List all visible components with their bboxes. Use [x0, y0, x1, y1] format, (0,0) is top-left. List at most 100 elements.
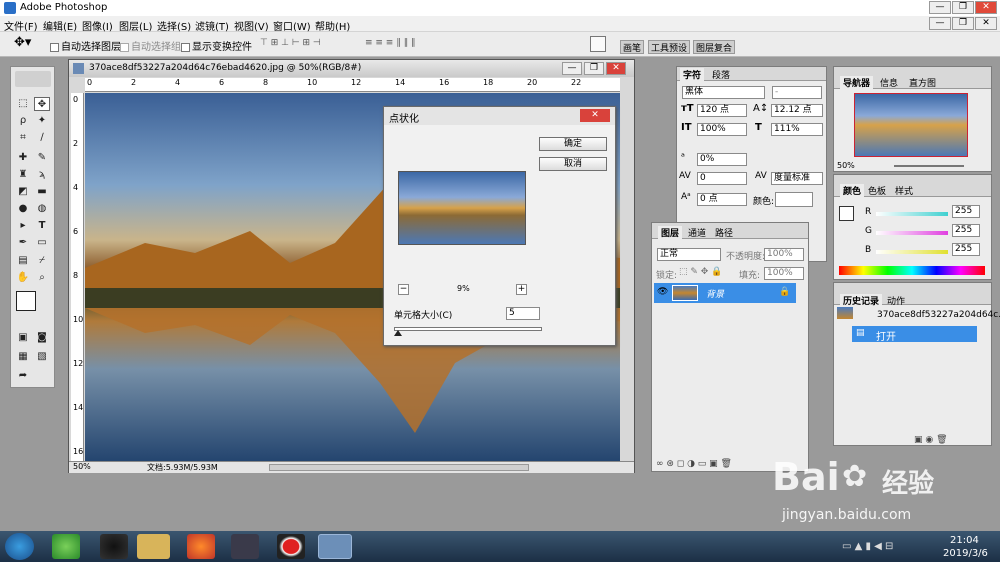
- clock-date[interactable]: 2019/3/6: [943, 548, 988, 559]
- tab-navigator[interactable]: 导航器: [840, 76, 874, 89]
- 360-browser-icon[interactable]: [52, 534, 80, 559]
- close-button[interactable]: ✕: [975, 1, 997, 14]
- pen-tool-icon[interactable]: ✒: [15, 236, 31, 250]
- auto-select-group-option[interactable]: 自动选择组: [120, 38, 181, 53]
- minimize-button[interactable]: —: [929, 1, 951, 14]
- menu-file[interactable]: 文件(F): [4, 18, 38, 33]
- tab-paragraph[interactable]: 段落: [709, 68, 733, 81]
- green-slider[interactable]: [876, 231, 948, 235]
- font-style-select[interactable]: -: [772, 86, 822, 99]
- blue-value-input[interactable]: 255: [952, 243, 980, 256]
- crop-tool-icon[interactable]: ⌗: [15, 131, 31, 145]
- red-value-input[interactable]: 255: [952, 205, 980, 218]
- history-step-row[interactable]: ▤ 打开: [852, 326, 977, 343]
- tab-paths[interactable]: 路径: [712, 226, 736, 239]
- green-value-input[interactable]: 255: [952, 224, 980, 237]
- navigator-thumbnail[interactable]: [854, 93, 968, 157]
- menu-view[interactable]: 视图(V): [234, 18, 269, 33]
- document-title-bar[interactable]: 370ace8df53227a204d64c76ebad4620.jpg @ 5…: [69, 60, 634, 77]
- font-family-select[interactable]: 黑体: [682, 86, 765, 99]
- zoom-level[interactable]: 50%: [73, 462, 91, 471]
- auto-select-group-checkbox[interactable]: [120, 42, 129, 52]
- foreground-swatch[interactable]: [839, 206, 854, 221]
- doc-window-close-button[interactable]: ✕: [606, 62, 626, 75]
- doc-window-minimize-button[interactable]: —: [562, 62, 582, 75]
- tab-channels[interactable]: 通道: [685, 226, 709, 239]
- hand-tool-icon[interactable]: ✋: [15, 271, 31, 285]
- palette-well-icon[interactable]: [590, 36, 606, 52]
- file-explorer-icon[interactable]: [137, 534, 170, 559]
- clock-time[interactable]: 21:04: [950, 535, 979, 546]
- auto-select-layer-checkbox[interactable]: [50, 42, 59, 52]
- tab-brushes[interactable]: 画笔: [620, 40, 645, 54]
- screen-mode-icon[interactable]: ▦: [15, 350, 31, 364]
- file-size-info[interactable]: 文档:5.93M/5.93M: [147, 462, 218, 473]
- cancel-button[interactable]: 取消: [539, 157, 607, 171]
- gradient-tool-icon[interactable]: ▬: [34, 185, 50, 199]
- layer-row[interactable]: 👁 背景 🔒: [654, 283, 796, 303]
- zoom-in-button[interactable]: +: [516, 284, 527, 295]
- blue-slider[interactable]: [876, 250, 948, 254]
- eyedropper-tool-icon[interactable]: ⌿: [34, 254, 50, 268]
- lasso-tool-icon[interactable]: ρ: [15, 114, 31, 128]
- marquee-tool-icon[interactable]: ⬚: [15, 97, 31, 111]
- type-tool-icon[interactable]: T: [34, 219, 50, 233]
- system-tray-icons[interactable]: ▭ ▲ ▮ ◀ ⊟: [842, 541, 893, 552]
- show-transform-option[interactable]: 显示变换控件: [181, 38, 252, 53]
- eye-icon[interactable]: 👁: [657, 287, 668, 297]
- firefox-icon[interactable]: [187, 534, 215, 559]
- cell-size-slider[interactable]: [394, 327, 542, 331]
- quick-mask-off-icon[interactable]: ▣: [15, 331, 31, 345]
- horizontal-scrollbar[interactable]: [269, 464, 529, 471]
- show-transform-checkbox[interactable]: [181, 42, 190, 52]
- screen-recorder-icon[interactable]: [277, 534, 305, 559]
- brush-tool-icon[interactable]: ✎: [34, 151, 50, 165]
- photoshop-taskbar-icon[interactable]: [318, 534, 352, 559]
- tab-swatches[interactable]: 色板: [865, 184, 889, 197]
- tab-layers[interactable]: 图层: [658, 226, 683, 239]
- tab-character[interactable]: 字符: [680, 68, 705, 81]
- baseline-shift-input[interactable]: 0 点: [697, 193, 747, 206]
- start-button-icon[interactable]: [5, 533, 34, 560]
- qq-icon[interactable]: [100, 534, 128, 559]
- align-icons[interactable]: ⊤ ⊞ ⊥ ⊢ ⊞ ⊣: [260, 38, 321, 48]
- tab-info[interactable]: 信息: [877, 76, 901, 89]
- cell-size-input[interactable]: 5: [506, 307, 540, 320]
- dialog-close-button[interactable]: ✕: [580, 109, 610, 122]
- vertical-scale-input[interactable]: 100%: [697, 123, 747, 136]
- healing-brush-tool-icon[interactable]: ✚: [15, 151, 31, 165]
- tab-history[interactable]: 历史记录: [840, 294, 883, 307]
- font-size-input[interactable]: 120 点: [697, 104, 747, 117]
- path-selection-tool-icon[interactable]: ▸: [15, 219, 31, 233]
- ok-button[interactable]: 确定: [539, 137, 607, 151]
- doc-restore-button[interactable]: ❐: [952, 17, 974, 30]
- filter-preview[interactable]: [398, 171, 526, 245]
- menu-filter[interactable]: 滤镜(T): [195, 18, 229, 33]
- tab-styles[interactable]: 样式: [892, 184, 916, 197]
- zoom-out-button[interactable]: −: [398, 284, 409, 295]
- shape-tool-icon[interactable]: ▭: [34, 236, 50, 250]
- zoom-tool-icon[interactable]: ⌕: [34, 271, 50, 285]
- slider-thumb-icon[interactable]: [394, 330, 402, 336]
- slice-tool-icon[interactable]: ∕: [34, 131, 50, 145]
- eraser-tool-icon[interactable]: ◩: [15, 185, 31, 199]
- clone-stamp-tool-icon[interactable]: ♜: [15, 168, 31, 182]
- layer-name[interactable]: 背景: [706, 287, 724, 300]
- red-slider[interactable]: [876, 212, 948, 216]
- tab-tool-presets[interactable]: 工具预设: [648, 40, 691, 54]
- tab-actions[interactable]: 动作: [884, 294, 908, 307]
- navigator-zoom-slider[interactable]: [894, 165, 964, 167]
- quick-mask-on-icon[interactable]: ◙: [34, 331, 50, 345]
- auto-select-layer-option[interactable]: 自动选择图层: [50, 38, 121, 53]
- jump-to-imageready-icon[interactable]: ➦: [15, 369, 31, 383]
- menu-edit[interactable]: 编辑(E): [43, 18, 77, 33]
- menu-image[interactable]: 图像(I): [82, 18, 113, 33]
- menu-window[interactable]: 窗口(W): [273, 18, 311, 33]
- kerning-input[interactable]: 0: [697, 172, 747, 185]
- text-color-swatch[interactable]: [775, 192, 813, 207]
- history-brush-tool-icon[interactable]: ϡ: [34, 168, 50, 182]
- doc-close-button[interactable]: ✕: [975, 17, 997, 30]
- fill-input[interactable]: 100%: [764, 267, 804, 280]
- history-footer-icons[interactable]: ▣ ◉ 🗑: [914, 435, 948, 445]
- move-tool-icon[interactable]: ✥▾: [14, 35, 31, 50]
